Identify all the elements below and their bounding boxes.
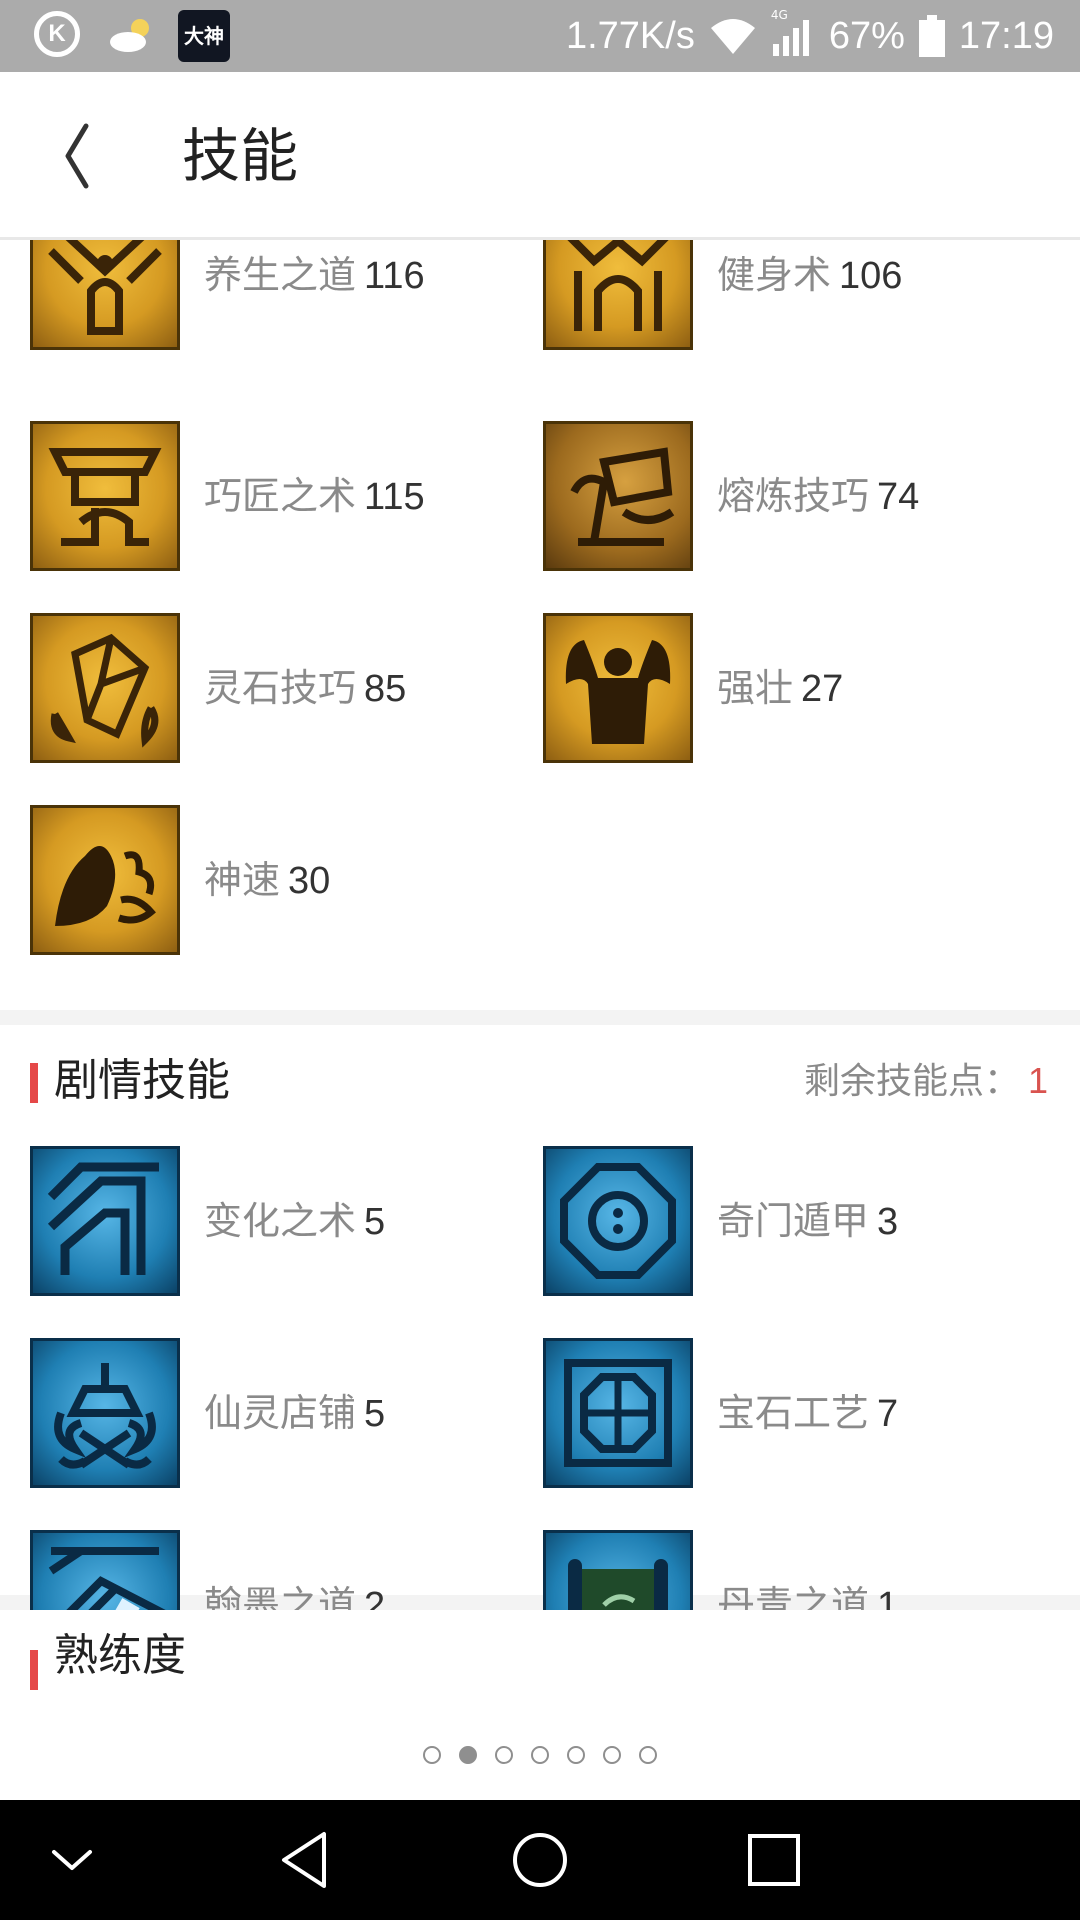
chevron-down-icon — [52, 1850, 92, 1870]
speed-icon — [30, 805, 180, 955]
skill-name: 熔炼技巧 — [717, 474, 870, 518]
skill-level: 3 — [877, 1201, 899, 1243]
accent-bar — [30, 1650, 38, 1690]
skill-level: 115 — [364, 476, 425, 518]
page-dot[interactable] — [639, 1746, 657, 1764]
smelting-icon — [543, 421, 693, 571]
skill-level: 5 — [364, 1201, 386, 1243]
skill-name: 巧匠之术 — [204, 474, 357, 518]
page-indicator — [0, 1746, 1080, 1774]
nav-home-button[interactable] — [500, 1820, 580, 1900]
section-header: 剧情技能 剩余技能点： 1 — [0, 1025, 1080, 1137]
gem-icon — [543, 1338, 693, 1488]
strength-icon — [543, 613, 693, 763]
status-right: 1.77K/s 4G 67% 17:19 — [566, 0, 1054, 72]
skill-name: 奇门遁甲 — [717, 1199, 870, 1243]
page-dot[interactable] — [423, 1746, 441, 1764]
story-skills-card: 剧情技能 剩余技能点： 1 变化之术 5 奇门遁甲 3 仙灵店铺 5 宝石工艺 7 — [0, 1025, 1080, 1680]
skill-level: 116 — [364, 255, 425, 297]
crystal-icon — [30, 613, 180, 763]
accent-bar — [30, 1063, 38, 1103]
section-title: 熟练度 — [54, 1630, 186, 1681]
skill-name: 变化之术 — [204, 1199, 357, 1243]
battery-icon — [918, 15, 945, 57]
remaining-points: 剩余技能点： 1 — [804, 1025, 1048, 1138]
section-title: 剧情技能 — [54, 1055, 230, 1106]
points-value: 1 — [1027, 1060, 1048, 1101]
skill-name: 仙灵店铺 — [204, 1391, 357, 1435]
status-bar: K 大神 1.77K/s 4G 67% 17:19 — [0, 0, 1080, 72]
skill-level: 7 — [877, 1393, 899, 1435]
forge-icon — [30, 421, 180, 571]
nav-back-button[interactable] — [266, 1820, 346, 1900]
skill-name: 神速 — [204, 858, 281, 902]
page-dot[interactable] — [495, 1746, 513, 1764]
meditation-icon — [30, 240, 180, 350]
skill-name: 健身术 — [717, 253, 832, 297]
nav-recents-button[interactable] — [734, 1820, 814, 1900]
skill-level: 5 — [364, 1393, 386, 1435]
page-dot-active[interactable] — [459, 1746, 477, 1764]
page-dot[interactable] — [531, 1746, 549, 1764]
skill-level: 85 — [364, 668, 407, 710]
skill-name: 强壮 — [717, 666, 794, 710]
skill-name: 宝石工艺 — [717, 1391, 870, 1435]
shop-icon — [30, 1338, 180, 1488]
network-speed: 1.77K/s — [565, 14, 695, 57]
signal-icon: 4G — [771, 8, 815, 58]
back-triangle-icon — [282, 1832, 326, 1888]
clock: 17:19 — [958, 14, 1054, 57]
page-title: 技能 — [182, 122, 299, 190]
skills-content[interactable]: 养生之道 116 健身术 106 巧匠之术 115 熔炼技巧 74 灵石技巧 8… — [0, 240, 1080, 1800]
bagua-icon — [543, 1146, 693, 1296]
k-app-icon: K — [34, 11, 80, 57]
life-skills-card: 养生之道 116 健身术 106 巧匠之术 115 熔炼技巧 74 灵石技巧 8… — [0, 240, 1080, 1010]
skill-level: 27 — [801, 668, 844, 710]
recents-square-icon — [748, 1834, 800, 1886]
wifi-icon — [710, 19, 755, 54]
weather-icon — [110, 19, 149, 52]
system-nav-bar — [0, 1800, 1080, 1920]
points-label: 剩余技能点： — [803, 1061, 1020, 1102]
home-circle-icon — [513, 1833, 567, 1887]
skill-name: 养生之道 — [204, 253, 357, 297]
page-dot[interactable] — [603, 1746, 621, 1764]
skill-name: 灵石技巧 — [204, 666, 357, 710]
skill-level: 30 — [288, 860, 331, 902]
collapse-button[interactable] — [32, 1820, 112, 1900]
skill-level: 106 — [839, 255, 903, 297]
dashen-app-icon: 大神 — [178, 10, 230, 62]
page-dot[interactable] — [567, 1746, 585, 1764]
skill-level: 74 — [877, 476, 920, 518]
transform-icon — [30, 1146, 180, 1296]
chevron-left-icon — [65, 123, 89, 189]
app-header: 技能 — [0, 72, 1080, 240]
back-button[interactable] — [52, 116, 132, 196]
temple-icon — [543, 240, 693, 350]
battery-percent: 67% — [828, 14, 905, 57]
